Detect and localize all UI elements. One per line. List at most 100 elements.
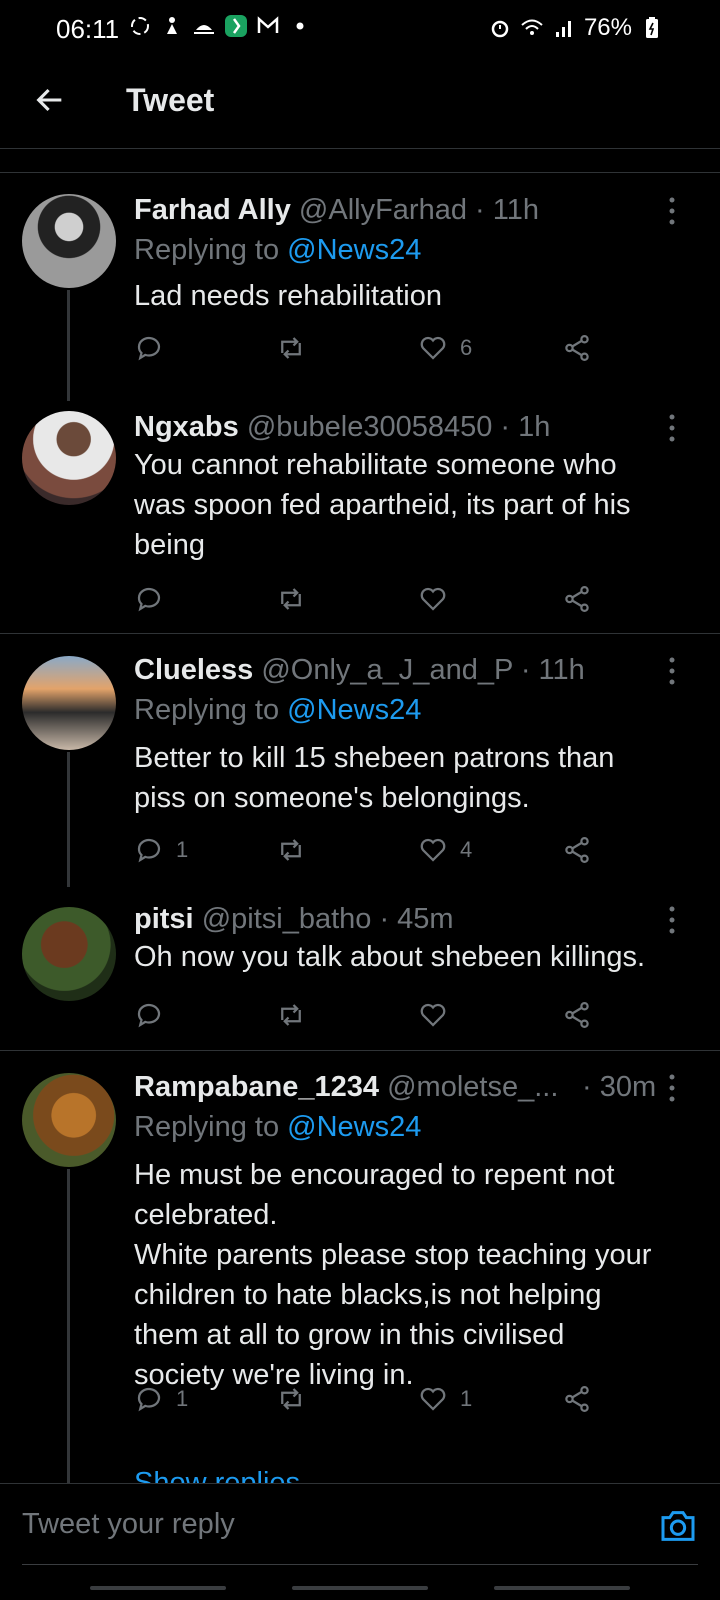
tweet-actions	[134, 995, 604, 1035]
tweet-header: Farhad Ally @AllyFarhad · 11h	[134, 194, 539, 227]
share-icon	[565, 586, 589, 612]
display-name[interactable]: Clueless	[134, 654, 253, 686]
tweet-text: You cannot rehabilitate someone who was …	[134, 449, 631, 561]
replying-to: Replying to @News24	[134, 1111, 422, 1143]
retweet-icon	[281, 1004, 301, 1026]
retweet-icon	[281, 337, 301, 359]
reply-button[interactable]	[134, 328, 176, 368]
like-button[interactable]	[418, 579, 448, 619]
battery-icon	[646, 17, 658, 38]
display-name[interactable]: Farhad Ally	[134, 194, 291, 226]
handle-time: @AllyFarhad · 11h	[298, 194, 539, 226]
like-count: 6	[460, 335, 473, 360]
tweet-header: pitsi @pitsi_batho · 45m	[134, 903, 454, 936]
mail-icon	[257, 16, 279, 33]
reply-button[interactable]	[134, 579, 164, 619]
retweet-icon	[281, 588, 301, 610]
reply-count: 1	[176, 1386, 189, 1411]
like-button[interactable]: 4	[418, 830, 472, 870]
show-replies-link[interactable]: Show replies	[134, 1467, 300, 1483]
nav-back-button[interactable]	[494, 1586, 630, 1590]
retweet-button[interactable]	[276, 579, 306, 619]
retweet-button[interactable]	[276, 830, 306, 870]
nav-home-button[interactable]	[292, 1586, 428, 1590]
comment-icon	[137, 838, 161, 863]
handle-time: @Only_a_J_and_P · 11h	[261, 654, 585, 686]
like-count: 1	[460, 1386, 473, 1411]
more-options-icon[interactable]	[660, 905, 684, 935]
status-bar: 06:11 76%	[0, 0, 720, 56]
tweet-header: Clueless @Only_a_J_and_P · 11h	[134, 654, 585, 687]
replying-to: Replying to @News24	[134, 234, 422, 266]
share-button[interactable]	[562, 995, 592, 1035]
reply-button[interactable]	[134, 995, 164, 1035]
tweet-pitsi[interactable]: pitsi @pitsi_batho · 45m Oh now you talk…	[0, 887, 720, 1050]
handle-time: @pitsi_batho · 45m	[201, 903, 454, 935]
alarm-icon	[491, 20, 509, 38]
tweet-time: · 30m	[582, 1071, 657, 1103]
display-name[interactable]: Ngxabs	[134, 411, 239, 443]
mention-link[interactable]: @News24	[287, 1111, 421, 1143]
like-button[interactable]	[418, 995, 448, 1035]
retweet-button[interactable]	[276, 328, 306, 368]
tweet-actions: 6	[134, 328, 604, 368]
back-button[interactable]	[28, 78, 72, 122]
more-options-icon[interactable]	[660, 413, 684, 443]
reply-button[interactable]: 1	[134, 1379, 188, 1419]
thread-line	[67, 752, 70, 887]
nav-recent-button[interactable]	[90, 1586, 226, 1590]
page-title: Tweet	[126, 82, 215, 118]
top-bar: Tweet	[0, 56, 720, 148]
heart-icon	[420, 1003, 446, 1027]
avatar[interactable]	[22, 907, 116, 1001]
heart-icon	[420, 587, 446, 611]
tweet-ngxabs[interactable]: Ngxabs @bubele30058450 · 1h You cannot r…	[0, 401, 720, 633]
tweet-rampabane[interactable]: Rampabane_1234 @moletse_... · 30m Replyi…	[0, 1051, 720, 1483]
share-icon	[565, 1386, 589, 1412]
tweet-text: Better to kill 15 shebeen patrons than p…	[134, 742, 615, 814]
comment-icon	[137, 587, 161, 612]
reply-composer: Tweet your reply	[0, 1483, 720, 1569]
share-icon	[565, 1002, 589, 1028]
more-options-icon[interactable]	[660, 656, 684, 686]
display-name[interactable]: pitsi	[134, 903, 194, 935]
comment-icon	[137, 336, 161, 361]
share-button[interactable]	[562, 1379, 592, 1419]
handle-time: @bubele30058450 · 1h	[246, 411, 551, 443]
more-options-icon[interactable]	[660, 1073, 684, 1103]
thread-line	[67, 290, 70, 401]
avatar[interactable]	[22, 411, 116, 505]
retweet-button[interactable]	[276, 1379, 306, 1419]
wifi-icon	[521, 19, 543, 35]
tweet-clueless[interactable]: Clueless @Only_a_J_and_P · 11h Replying …	[0, 634, 720, 887]
weather-icon	[194, 25, 214, 34]
retweet-icon	[281, 1388, 301, 1410]
share-button[interactable]	[562, 579, 592, 619]
arrow-left-icon	[36, 88, 62, 112]
mention-link[interactable]: @News24	[287, 234, 421, 266]
share-button[interactable]	[562, 830, 592, 870]
avatar[interactable]	[22, 1073, 116, 1167]
tweet-actions: 1 1	[134, 1379, 604, 1419]
display-name[interactable]: Rampabane_1234	[134, 1071, 379, 1103]
camera-icon[interactable]	[658, 1506, 698, 1546]
app-badge-icon	[225, 15, 247, 37]
avatar[interactable]	[22, 656, 116, 750]
like-count: 4	[460, 837, 473, 862]
replying-to: Replying to @News24	[134, 694, 422, 726]
more-options-icon[interactable]	[660, 196, 684, 226]
like-button[interactable]: 1	[418, 1379, 472, 1419]
avatar[interactable]	[22, 194, 116, 288]
reply-button[interactable]: 1	[134, 830, 188, 870]
retweet-button[interactable]	[276, 995, 306, 1035]
mention-link[interactable]: @News24	[287, 694, 421, 726]
tweet-actions: 1 4	[134, 830, 604, 870]
tweet-farhad[interactable]: Farhad Ally @AllyFarhad · 11h Replying t…	[0, 174, 720, 401]
reply-input[interactable]: Tweet your reply	[22, 1508, 235, 1541]
share-icon	[565, 335, 589, 361]
comment-icon	[137, 1387, 161, 1412]
reply-count: 1	[176, 837, 189, 862]
share-button[interactable]	[562, 328, 592, 368]
tweet-actions	[134, 579, 604, 619]
like-button[interactable]: 6	[418, 328, 472, 368]
